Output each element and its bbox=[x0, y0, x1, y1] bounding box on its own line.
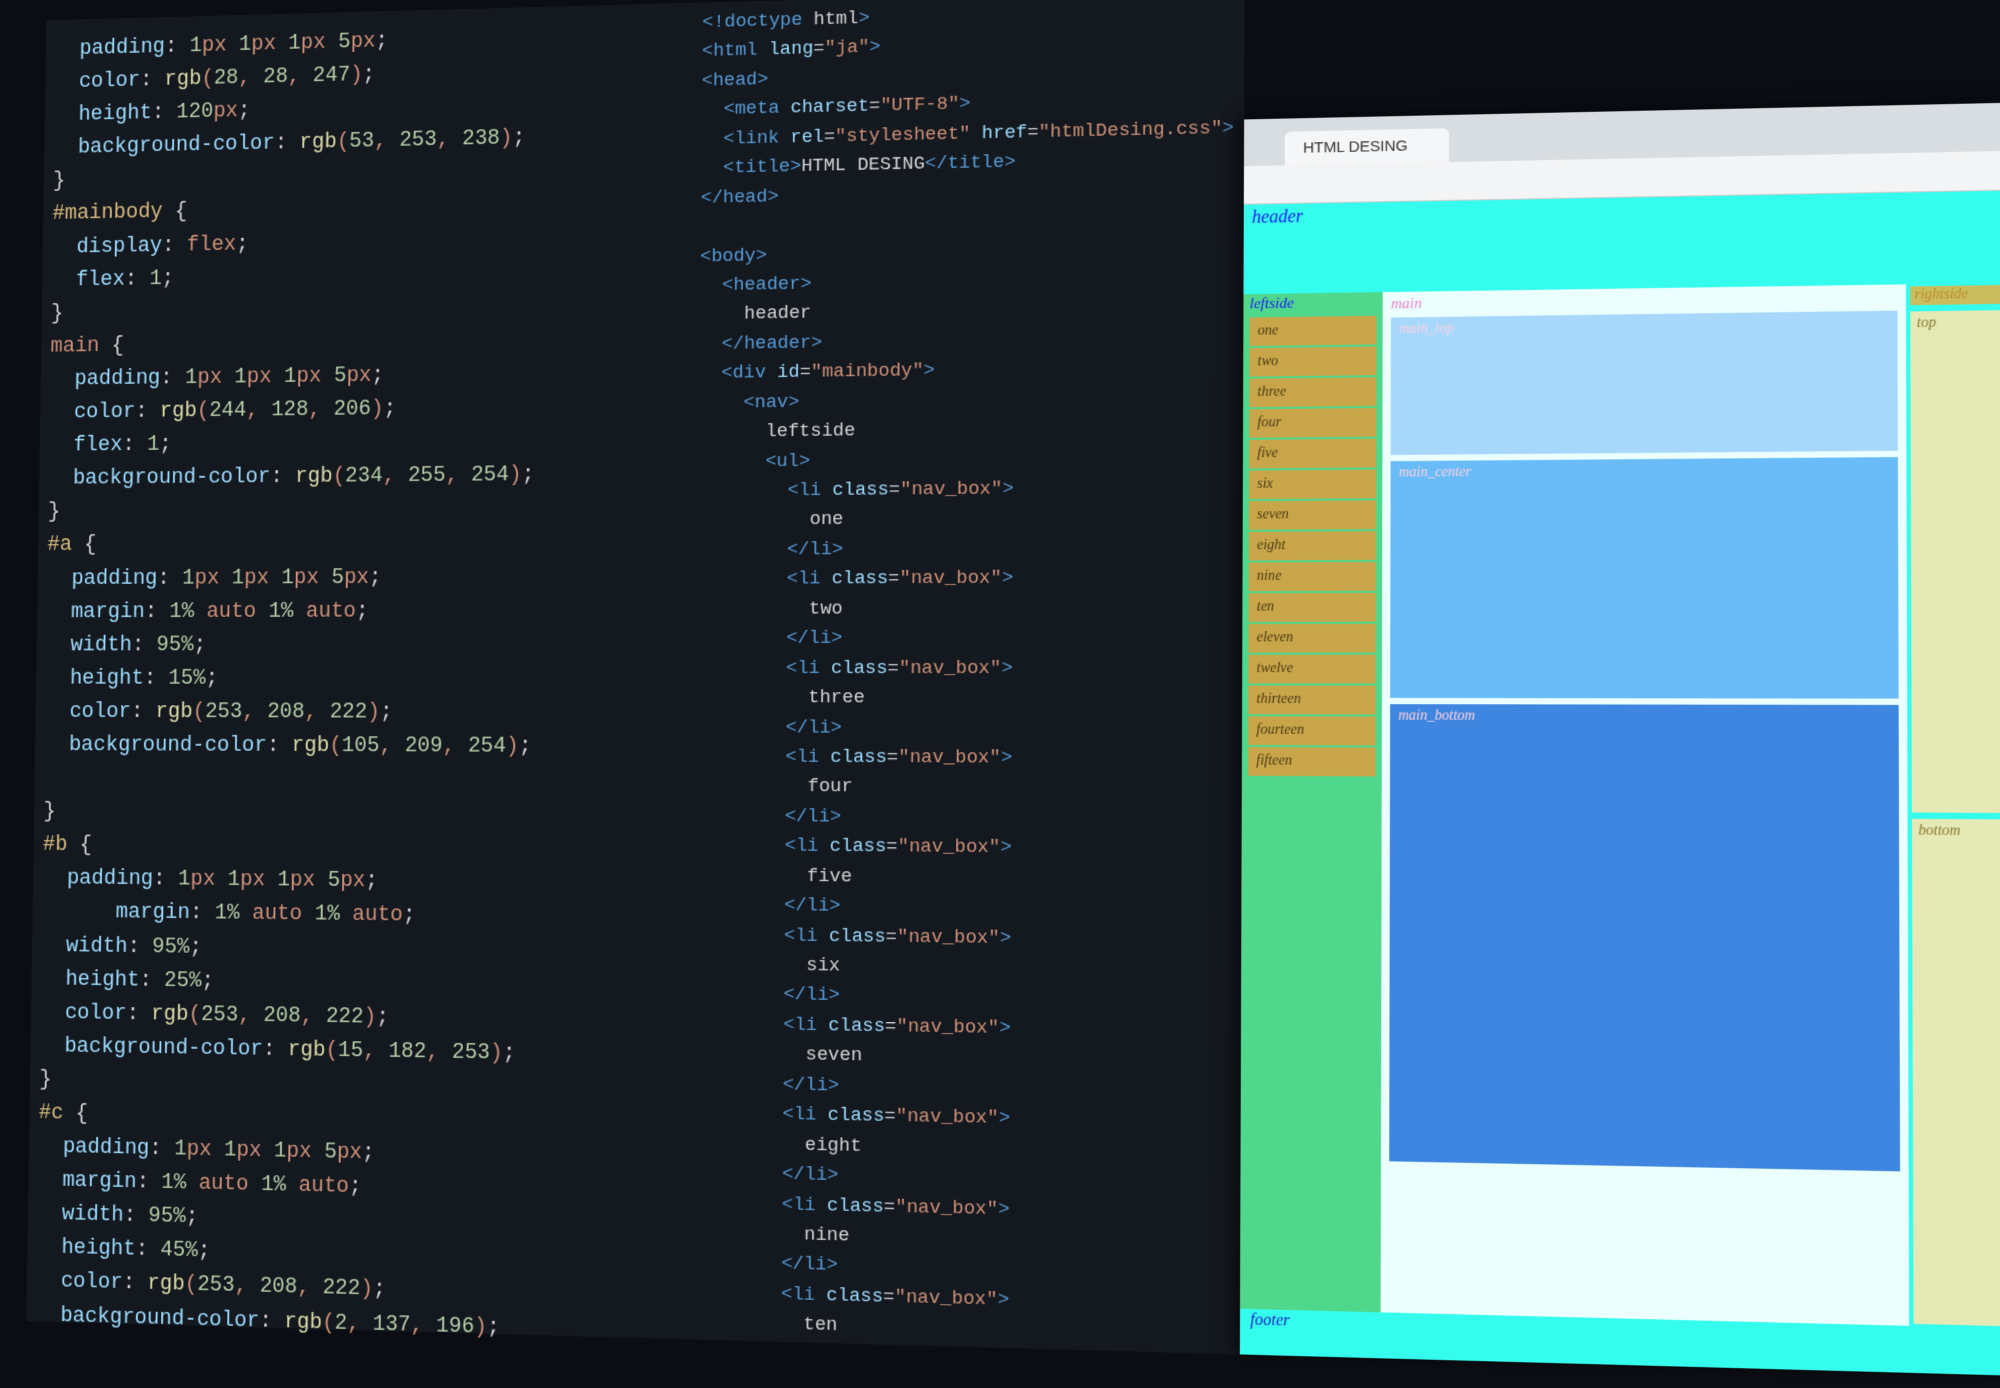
code-line[interactable]: } bbox=[48, 491, 675, 529]
nav-item[interactable]: ten bbox=[1249, 593, 1376, 622]
code-line[interactable]: <li class="nav_box"> bbox=[698, 473, 1237, 507]
rightside-top: top bbox=[1910, 310, 2000, 813]
code-line[interactable]: <li class="nav_box"> bbox=[696, 742, 1236, 774]
nav-item[interactable]: eight bbox=[1249, 531, 1376, 560]
nav-item[interactable]: four bbox=[1249, 408, 1376, 438]
nav-item[interactable]: three bbox=[1249, 377, 1376, 407]
html-editor-pane[interactable]: <!doctype html><html lang="ja"><head> <m… bbox=[677, 0, 1245, 1354]
code-line[interactable]: </li> bbox=[695, 801, 1236, 834]
nav-item[interactable]: thirteen bbox=[1248, 685, 1376, 714]
main-label: main bbox=[1391, 289, 1898, 314]
code-line[interactable]: height: 15%; bbox=[45, 662, 673, 696]
code-line[interactable]: one bbox=[698, 503, 1237, 536]
code-line[interactable]: #b { bbox=[43, 829, 672, 868]
code-line[interactable]: two bbox=[697, 593, 1236, 624]
rightside-bottom: bottom bbox=[1912, 818, 2000, 1326]
render-header: header bbox=[1244, 190, 2000, 294]
code-line[interactable]: margin: 1% auto 1% auto; bbox=[46, 594, 674, 629]
nav-item[interactable]: six bbox=[1249, 470, 1376, 500]
code-line[interactable]: leftside bbox=[698, 413, 1236, 448]
code-line[interactable]: </li> bbox=[697, 533, 1236, 565]
render-body: leftside onetwothreefourfivesixseveneigh… bbox=[1240, 283, 2000, 1329]
code-line[interactable]: color: rgb(253, 208, 222); bbox=[45, 695, 673, 730]
nav-item[interactable]: twelve bbox=[1248, 655, 1375, 684]
rightside-label: rightside bbox=[1910, 285, 2000, 305]
code-line[interactable]: </li> bbox=[696, 713, 1236, 744]
main-bottom-box: main_bottom bbox=[1389, 704, 1900, 1171]
nav-item[interactable]: fifteen bbox=[1248, 747, 1376, 776]
render-main: main main_top main_center main_bottom bbox=[1381, 284, 1910, 1326]
nav-list: onetwothreefourfivesixseveneightninetene… bbox=[1248, 316, 1377, 777]
nav-item[interactable]: fourteen bbox=[1248, 716, 1376, 745]
code-line[interactable]: } bbox=[43, 795, 672, 833]
code-line[interactable]: background-color: rgb(105, 209, 254); bbox=[44, 728, 672, 764]
css-editor-pane[interactable]: padding: 1px 1px 1px 5px; color: rgb(28,… bbox=[26, 3, 689, 1339]
code-line[interactable]: </li> bbox=[697, 623, 1237, 653]
code-line[interactable]: <ul> bbox=[698, 443, 1237, 477]
nav-item[interactable]: nine bbox=[1249, 562, 1376, 591]
code-line[interactable]: #a { bbox=[47, 525, 674, 562]
browser-tab[interactable]: HTML DESING bbox=[1285, 128, 1449, 165]
render-rightside: rightside top bottom bbox=[1906, 283, 2000, 1329]
code-line[interactable]: background-color: rgb(234, 255, 254); bbox=[48, 457, 675, 496]
main-top-box: main_top bbox=[1391, 311, 1898, 456]
nav-item[interactable]: five bbox=[1249, 439, 1376, 469]
browser-preview: HTML DESING header leftside onetwothreef… bbox=[1240, 0, 2000, 1377]
code-line[interactable]: <li class="nav_box"> bbox=[695, 831, 1236, 865]
code-line[interactable]: width: 95%; bbox=[46, 628, 674, 662]
nav-item[interactable]: eleven bbox=[1248, 624, 1375, 653]
code-line[interactable]: padding: 1px 1px 1px 5px; bbox=[47, 559, 674, 595]
rendered-page: header leftside onetwothreefourfivesixse… bbox=[1240, 190, 2000, 1376]
nav-item[interactable]: two bbox=[1249, 346, 1376, 376]
code-line[interactable]: three bbox=[696, 683, 1236, 714]
leftside-label: leftside bbox=[1250, 295, 1294, 312]
code-line[interactable]: <li class="nav_box"> bbox=[696, 653, 1236, 683]
main-center-box: main_center bbox=[1390, 457, 1898, 698]
render-leftside: leftside onetwothreefourfivesixseveneigh… bbox=[1240, 292, 1383, 1312]
nav-item[interactable]: seven bbox=[1249, 500, 1376, 529]
code-line[interactable]: flex: 1; bbox=[49, 423, 676, 462]
code-line[interactable] bbox=[44, 762, 673, 799]
browser-window: HTML DESING header leftside onetwothreef… bbox=[1240, 102, 2000, 1376]
code-line[interactable]: four bbox=[695, 772, 1235, 805]
nav-item[interactable]: one bbox=[1249, 316, 1376, 346]
code-line[interactable]: <li class="nav_box"> bbox=[697, 563, 1236, 595]
